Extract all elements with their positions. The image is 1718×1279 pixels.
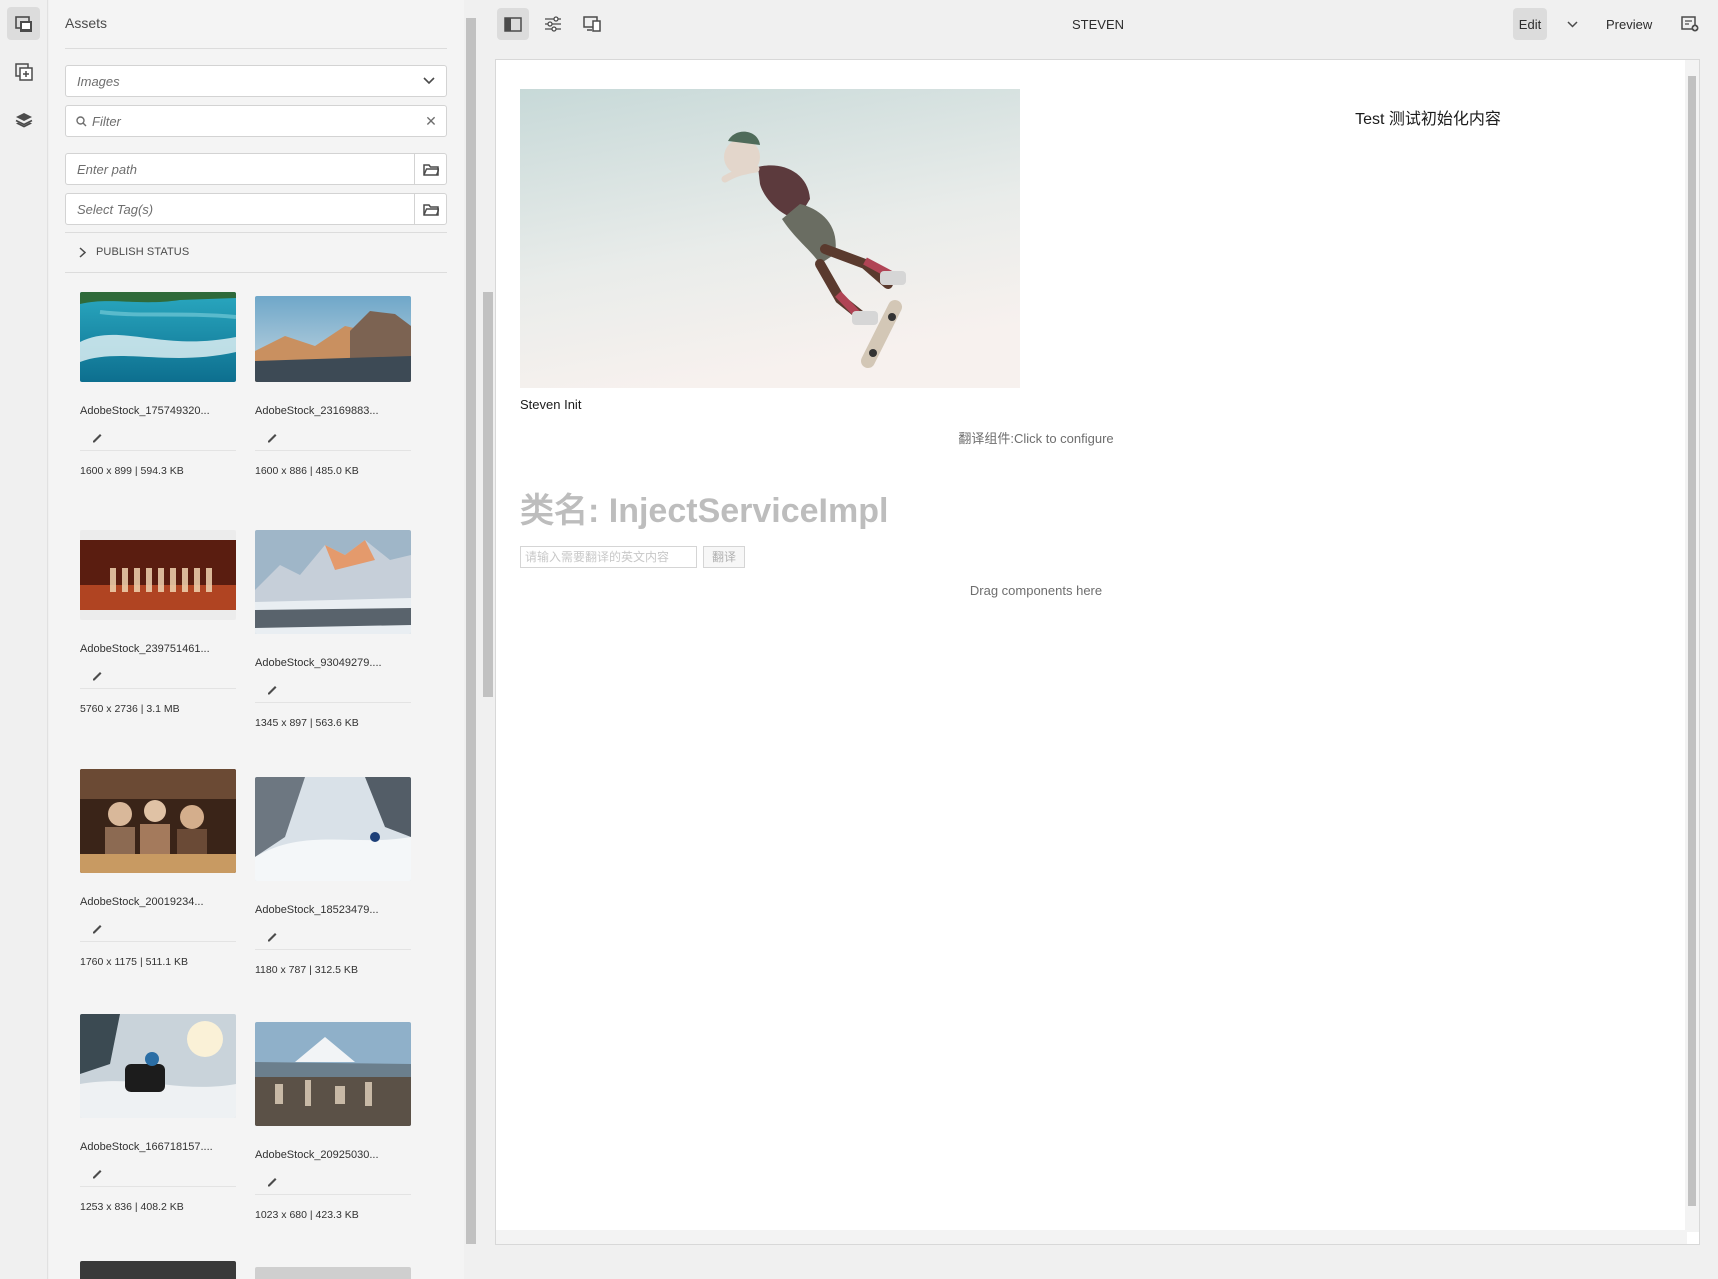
page-canvas: Steven Init Test 测试初始化内容 翻译组件:Click to c… — [495, 59, 1700, 1245]
asset-meta: 1600 x 886 | 485.0 KB — [255, 465, 359, 477]
asset-grid-scrollbar[interactable] — [481, 282, 493, 1274]
annotations-icon[interactable] — [1674, 8, 1706, 40]
layers-icon[interactable] — [7, 103, 40, 136]
asset-meta: 5760 x 2736 | 3.1 MB — [80, 703, 180, 715]
drop-zone[interactable]: Drag components here — [496, 583, 1576, 598]
folder-icon[interactable] — [414, 154, 446, 184]
edit-icon[interactable] — [265, 430, 279, 444]
scrollbar-thumb[interactable] — [1688, 76, 1696, 1206]
asset-name: AdobeStock_239751461... — [80, 643, 210, 655]
assets-icon[interactable] — [7, 7, 40, 40]
asset-type-select[interactable]: Images — [65, 65, 447, 97]
asset-meta: 1600 x 899 | 594.3 KB — [80, 465, 184, 477]
asset-name: AdobeStock_20019234... — [80, 896, 204, 908]
asset-thumbnail[interactable] — [80, 1261, 236, 1279]
preview-button[interactable]: Preview — [1600, 8, 1658, 40]
panel-title: Assets — [65, 15, 108, 31]
image-caption: Steven Init — [520, 397, 582, 412]
asset-thumbnail[interactable] — [80, 530, 236, 620]
canvas-horizontal-scrollbar[interactable] — [496, 1230, 1687, 1244]
asset-card[interactable]: AdobeStock_239751461... 5760 x 2736 | 3.… — [80, 530, 236, 750]
search-icon — [66, 115, 87, 127]
translate-button[interactable]: 翻译 — [703, 546, 745, 568]
scrollbar-thumb[interactable] — [483, 292, 493, 697]
publish-status-label: PUBLISH STATUS — [96, 246, 190, 258]
divider — [80, 1186, 236, 1187]
chevron-down-icon — [412, 77, 446, 85]
edit-icon[interactable] — [265, 929, 279, 943]
edit-icon[interactable] — [265, 682, 279, 696]
asset-thumbnail[interactable] — [255, 1267, 411, 1279]
asset-card[interactable]: AdobeStock_93049279.... 1345 x 897 | 563… — [255, 530, 411, 760]
asset-name: AdobeStock_23169883... — [255, 405, 379, 417]
asset-thumbnail[interactable] — [255, 296, 411, 382]
edit-icon[interactable] — [90, 668, 104, 682]
path-input[interactable]: Enter path — [66, 162, 414, 177]
asset-name: AdobeStock_93049279.... — [255, 657, 382, 669]
edit-icon[interactable] — [90, 430, 104, 444]
asset-meta: 1023 x 680 | 423.3 KB — [255, 1209, 359, 1221]
divider — [255, 1194, 411, 1195]
hero-image[interactable] — [520, 89, 1020, 388]
left-rail — [0, 0, 48, 1279]
folder-icon[interactable] — [414, 194, 446, 224]
canvas-vertical-scrollbar[interactable] — [1685, 60, 1699, 1232]
asset-grid: AdobeStock_175749320... 1600 x 899 | 594… — [65, 275, 447, 1279]
asset-thumbnail[interactable] — [255, 777, 411, 881]
asset-type-value: Images — [77, 73, 120, 89]
tags-field[interactable]: Select Tag(s) — [65, 193, 447, 225]
scrollbar-thumb[interactable] — [466, 18, 476, 1244]
asset-thumbnail[interactable] — [80, 769, 236, 873]
asset-thumbnail[interactable] — [255, 530, 411, 634]
filter-input[interactable]: Filter — [87, 114, 416, 129]
divider — [255, 702, 411, 703]
asset-thumbnail[interactable] — [255, 1022, 411, 1126]
asset-name: AdobeStock_18523479... — [255, 904, 379, 916]
asset-name: AdobeStock_20925030... — [255, 1149, 379, 1161]
chevron-right-icon — [79, 246, 86, 258]
asset-card[interactable]: AdobeStock_175749320... 1600 x 899 | 594… — [80, 292, 237, 512]
divider — [65, 272, 447, 273]
chevron-down-icon[interactable] — [1559, 8, 1585, 40]
path-field[interactable]: Enter path — [65, 153, 447, 185]
asset-card[interactable]: AdobeStock_20925030... 1023 x 680 | 423.… — [255, 1022, 411, 1252]
asset-name: AdobeStock_166718157.... — [80, 1141, 213, 1153]
asset-thumbnail[interactable] — [80, 1014, 236, 1118]
asset-meta: 1760 x 1175 | 511.1 KB — [80, 956, 189, 968]
divider — [80, 450, 236, 451]
asset-meta: 1180 x 787 | 312.5 KB — [255, 964, 358, 976]
title-component[interactable]: Test 测试初始化内容 — [1203, 105, 1653, 129]
asset-card[interactable] — [80, 1261, 236, 1279]
asset-card[interactable] — [255, 1267, 411, 1279]
asset-meta: 1345 x 897 | 563.6 KB — [255, 717, 359, 729]
edit-icon[interactable] — [90, 921, 104, 935]
translate-input[interactable]: 请输入需要翻译的英文内容 — [520, 546, 697, 568]
divider — [80, 941, 236, 942]
divider — [65, 48, 447, 49]
components-icon[interactable] — [7, 55, 40, 88]
divider — [65, 232, 447, 233]
asset-card[interactable]: AdobeStock_20019234... 1760 x 1175 | 511… — [80, 769, 236, 999]
edit-icon[interactable] — [265, 1174, 279, 1188]
edit-icon[interactable] — [90, 1166, 104, 1180]
filter-field[interactable]: Filter ✕ — [65, 105, 447, 137]
edit-mode-button[interactable]: Edit — [1513, 8, 1547, 40]
divider — [80, 688, 236, 689]
asset-card[interactable]: AdobeStock_23169883... 1600 x 886 | 485.… — [255, 296, 411, 516]
asset-name: AdobeStock_175749320... — [80, 405, 210, 417]
asset-thumbnail[interactable] — [80, 292, 237, 382]
asset-meta: 1253 x 836 | 408.2 KB — [80, 1201, 184, 1213]
divider — [255, 450, 411, 451]
asset-card[interactable]: AdobeStock_166718157.... 1253 x 836 | 40… — [80, 1014, 236, 1244]
publish-status-toggle[interactable]: PUBLISH STATUS — [79, 246, 189, 258]
asset-card[interactable]: AdobeStock_18523479... 1180 x 787 | 312.… — [255, 777, 411, 1007]
editor-toolbar: STEVEN Edit Preview — [478, 0, 1718, 48]
clear-icon[interactable]: ✕ — [416, 113, 446, 130]
translate-component-placeholder[interactable]: 翻译组件:Click to configure — [496, 428, 1576, 447]
divider — [255, 949, 411, 950]
assets-panel: Assets Images Filter ✕ Enter path Select… — [49, 0, 493, 1279]
tags-input[interactable]: Select Tag(s) — [66, 202, 414, 217]
panel-scrollbar[interactable] — [464, 0, 478, 1279]
class-name-text: 类名: InjectServiceImpl — [520, 492, 889, 530]
